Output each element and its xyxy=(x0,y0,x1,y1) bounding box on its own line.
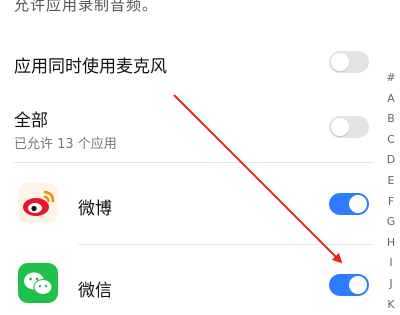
annotation-arrow xyxy=(173,94,343,264)
